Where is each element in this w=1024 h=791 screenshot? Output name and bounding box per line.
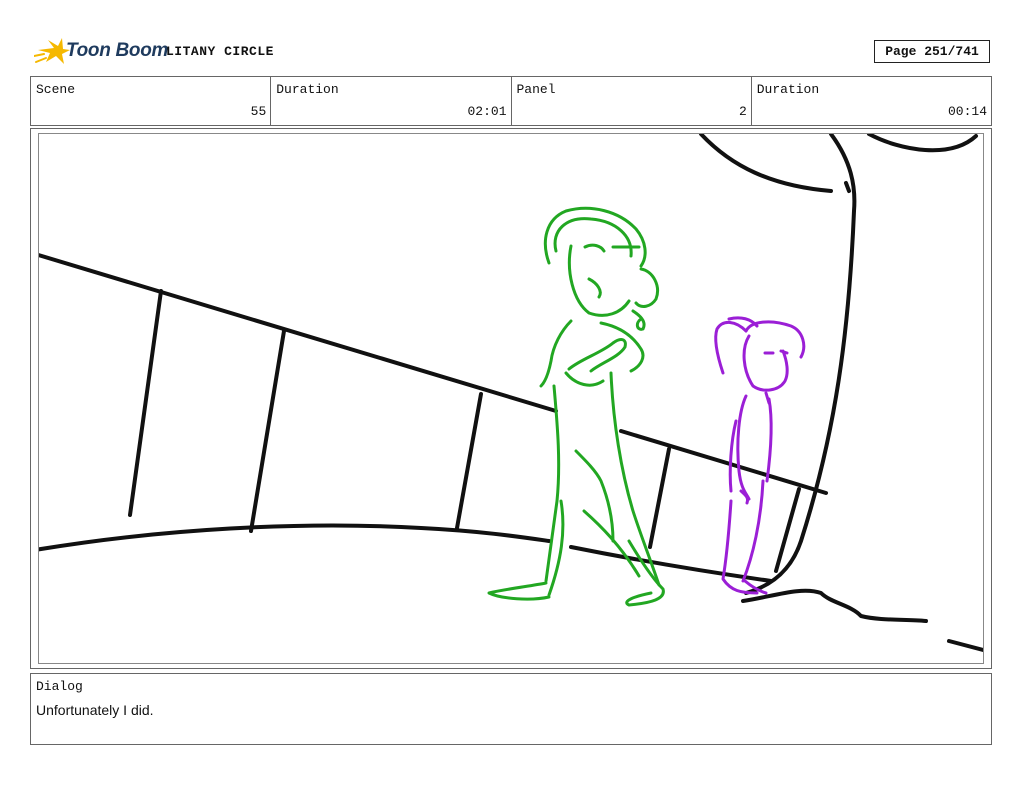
panel-sketch xyxy=(39,134,983,653)
background-sketch xyxy=(39,134,983,653)
dialog-text: Unfortunately I did. xyxy=(36,702,154,718)
scene-duration-label: Duration xyxy=(276,82,339,97)
panel-duration-value: 00:14 xyxy=(947,104,987,119)
scene-info-row: Scene 55 Duration 02:01 Panel 2 Duration… xyxy=(30,76,992,126)
small-character-sketch xyxy=(714,316,806,595)
panel-duration-cell: Duration 00:14 xyxy=(752,77,991,125)
panel-duration-label: Duration xyxy=(756,82,820,97)
project-title: LITANY CIRCLE xyxy=(166,44,274,59)
logo-text: Toon Boom xyxy=(66,40,169,61)
storyboard-panel xyxy=(38,133,984,664)
panel-label: Panel xyxy=(516,82,556,97)
tall-character-sketch xyxy=(487,206,665,607)
dialog-box: Dialog Unfortunately I did. xyxy=(30,673,992,745)
scene-cell: Scene 55 xyxy=(31,77,272,125)
page-indicator: Page 251/741 xyxy=(874,40,990,63)
scene-duration-value: 02:01 xyxy=(467,104,507,119)
scene-value: 55 xyxy=(250,104,267,119)
panel-cell: Panel 2 xyxy=(512,77,752,125)
dialog-label: Dialog xyxy=(36,679,83,694)
scene-duration-cell: Duration 02:01 xyxy=(271,77,512,125)
panel-value: 2 xyxy=(738,104,747,119)
scene-label: Scene xyxy=(36,82,76,97)
